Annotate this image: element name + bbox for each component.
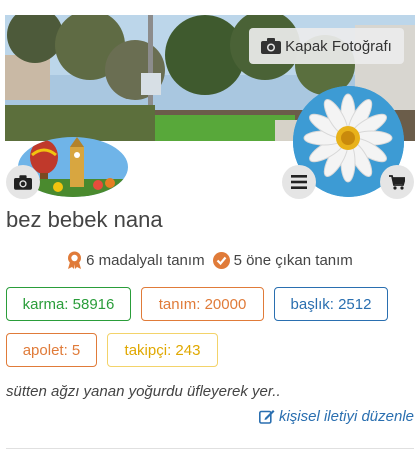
- check-badge-icon: [212, 251, 230, 269]
- stat-karma[interactable]: karma: 58916: [6, 287, 131, 321]
- medals-line: 6 madalyalı tanım 5 öne çıkan tanım: [0, 251, 420, 269]
- cart-button[interactable]: [380, 165, 414, 199]
- stat-tanim[interactable]: tanım: 20000: [141, 287, 264, 321]
- edit-icon: [258, 410, 275, 424]
- stat-apolet[interactable]: apolet: 5: [6, 333, 97, 367]
- profile-photo-camera-button[interactable]: [6, 165, 40, 199]
- menu-button[interactable]: [282, 165, 316, 199]
- edit-bio-label: kişisel iletiyi düzenle: [278, 408, 414, 425]
- cart-icon: [389, 174, 405, 190]
- stat-baslik[interactable]: başlık: 2512: [274, 287, 388, 321]
- menu-icon: [291, 175, 307, 189]
- divider: [6, 448, 414, 449]
- cover-photo-button[interactable]: Kapak Fotoğrafı: [249, 28, 404, 64]
- cover-photo-button-label: Kapak Fotoğrafı: [285, 37, 392, 55]
- camera-icon: [261, 38, 282, 54]
- bio-text: sütten ağzı yanan yoğurdu üfleyerek yer.…: [6, 383, 281, 400]
- medal-count-text[interactable]: 6 madalyalı tanım: [86, 252, 204, 269]
- stat-takipci[interactable]: takipçi: 243: [107, 333, 218, 367]
- camera-icon: [14, 174, 32, 190]
- medal-icon: [68, 251, 82, 269]
- edit-bio-link[interactable]: kişisel iletiyi düzenle: [258, 408, 414, 425]
- featured-count-text[interactable]: 5 öne çıkan tanım: [234, 252, 353, 269]
- username: bez bebek nana: [6, 207, 163, 232]
